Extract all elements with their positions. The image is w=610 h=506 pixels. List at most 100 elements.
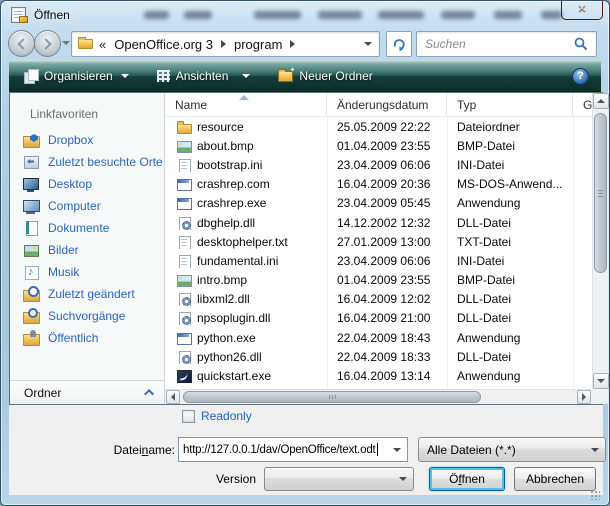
cancel-button[interactable]: Abbrechen <box>514 467 596 491</box>
breadcrumb-segment-openoffice[interactable]: OpenOffice.org 3 <box>114 37 213 52</box>
title-bar[interactable]: Öffnen ✕ <box>1 1 609 29</box>
music-icon <box>23 264 39 280</box>
sidebar-item-desktop[interactable]: Desktop <box>10 173 164 195</box>
file-name: libxml2.dll <box>197 292 250 306</box>
chevron-down-icon <box>364 42 372 46</box>
sidebar-item-bilder[interactable]: Bilder <box>10 239 164 261</box>
file-row-python26.dll[interactable]: python26.dll 22.04.2009 18:33 DLL-Datei <box>165 347 592 366</box>
file-row-npsoplugin.dll[interactable]: npsoplugin.dll 16.04.2009 21:00 DLL-Date… <box>165 309 592 328</box>
file-row-fundamental.ini[interactable]: fundamental.ini 23.04.2009 06:06 INI-Dat… <box>165 251 592 270</box>
scrollbar-corner <box>592 389 608 404</box>
vertical-scrollbar[interactable] <box>592 93 608 389</box>
readonly-checkbox[interactable] <box>182 410 195 423</box>
file-name: dbghelp.dll <box>197 216 255 230</box>
version-dropdown-button[interactable] <box>393 468 413 490</box>
file-row-resource[interactable]: resource 25.05.2009 22:22 Dateiordner <box>165 117 592 136</box>
horizontal-scrollbar[interactable] <box>165 389 592 404</box>
file-row-bootstrap.ini[interactable]: bootstrap.ini 23.04.2009 06:06 INI-Datei <box>165 155 592 174</box>
vertical-scroll-thumb[interactable] <box>594 113 607 273</box>
file-row-libxml2.dll[interactable]: libxml2.dll 16.04.2009 12:02 DLL-Datei <box>165 290 592 309</box>
chevron-up-icon <box>597 99 605 103</box>
filetype-dropdown-button[interactable] <box>585 438 605 461</box>
folder-icon <box>177 120 191 134</box>
file-row-quickstart.exe[interactable]: quickstart.exe 16.04.2009 13:14 Anwendun… <box>165 366 592 385</box>
sidebar-item--ffentlich[interactable]: Öffentlich <box>10 327 164 349</box>
breadcrumb-separator-icon[interactable] <box>290 40 295 48</box>
file-row-desktophelper.txt[interactable]: desktophelper.txt 27.01.2009 13:00 TXT-D… <box>165 232 592 251</box>
breadcrumb[interactable]: « OpenOffice.org 3 program <box>71 31 380 57</box>
sidebar-item-zuletzt-ge-ndert[interactable]: Zuletzt geändert <box>10 283 164 305</box>
filename-input[interactable]: http://127.0.0.1/dav/OpenOffice/text.odt <box>178 437 408 462</box>
sidebar-item-suchvorg-nge[interactable]: Suchvorgänge <box>10 305 164 327</box>
search-icon[interactable] <box>574 37 588 51</box>
chevron-left-icon <box>171 393 175 401</box>
scroll-left-button[interactable] <box>166 390 180 404</box>
help-button[interactable]: ? <box>572 68 589 85</box>
app-icon <box>177 196 191 210</box>
file-row-crashrep.com[interactable]: crashrep.com 16.04.2009 20:36 MS-DOS-Anw… <box>165 175 592 194</box>
file-type: DLL-Datei <box>447 350 573 364</box>
chevron-down-icon <box>591 448 599 452</box>
sidebar-footer-ordner[interactable]: Ordner <box>10 380 164 404</box>
image-icon <box>177 139 191 153</box>
refresh-button[interactable] <box>386 31 412 57</box>
column-header-date[interactable]: Änderungsdatum <box>327 93 447 116</box>
sidebar-item-dokumente[interactable]: Dokumente <box>10 217 164 239</box>
scroll-down-button[interactable] <box>593 373 609 389</box>
file-row-python.exe[interactable]: python.exe 22.04.2009 18:43 Anwendung <box>165 328 592 347</box>
close-button[interactable]: ✕ <box>561 1 603 20</box>
filetype-select[interactable]: Alle Dateien (*.*) <box>418 437 606 462</box>
file-row-about.bmp[interactable]: about.bmp 01.04.2009 23:55 BMP-Datei <box>165 136 592 155</box>
file-name: resource <box>197 120 244 134</box>
sidebar-item-dropbox[interactable]: Dropbox <box>10 129 164 151</box>
filename-value: http://127.0.0.1/dav/OpenOffice/text.odt <box>179 444 376 456</box>
file-rows: resource 25.05.2009 22:22 Dateiordner ab… <box>165 117 592 389</box>
filename-dropdown-button[interactable] <box>387 438 407 461</box>
text-icon <box>177 158 191 172</box>
views-button[interactable]: Ansichten <box>148 64 260 88</box>
history-chevron-icon[interactable] <box>62 41 70 45</box>
file-browser: Linkfavoriten Dropbox Zuletzt besuchte O… <box>9 92 603 405</box>
scroll-up-button[interactable] <box>593 93 609 109</box>
dll-icon <box>177 350 191 364</box>
file-row-crashrep.exe[interactable]: crashrep.exe 23.04.2009 05:45 Anwendung <box>165 194 592 213</box>
file-row-dbghelp.dll[interactable]: dbghelp.dll 14.12.2002 12:32 DLL-Datei <box>165 213 592 232</box>
file-name: fundamental.ini <box>197 254 278 268</box>
scroll-right-button[interactable] <box>577 390 591 404</box>
address-dropdown-button[interactable] <box>357 32 379 56</box>
chevron-up-icon[interactable] <box>144 389 154 399</box>
sidebar-item-musik[interactable]: Musik <box>10 261 164 283</box>
sidebar-item-zuletzt-besuchte-orte[interactable]: Zuletzt besuchte Orte <box>10 151 164 173</box>
version-select[interactable] <box>264 467 414 491</box>
file-type: BMP-Datei <box>447 273 573 287</box>
horizontal-scroll-thumb[interactable] <box>183 391 481 403</box>
forward-button[interactable] <box>34 30 61 57</box>
breadcrumb-segment-program[interactable]: program <box>234 37 282 52</box>
sidebar-item-computer[interactable]: Computer <box>10 195 164 217</box>
search-input[interactable] <box>417 37 574 51</box>
readonly-label[interactable]: Readonly <box>201 409 252 423</box>
dll-icon <box>177 311 191 325</box>
file-date: 23.04.2009 06:06 <box>327 158 447 172</box>
breadcrumb-separator-icon[interactable] <box>221 40 226 48</box>
column-header-size[interactable]: G <box>573 93 592 116</box>
search-box[interactable] <box>416 31 597 57</box>
dialog-footer: Readonly Dateiname: http://127.0.0.1/dav… <box>9 405 603 495</box>
resize-grip[interactable] <box>591 491 600 500</box>
column-header-name[interactable]: Name <box>165 93 327 116</box>
file-name: quickstart.exe <box>197 369 271 383</box>
organize-button[interactable]: Organisieren <box>15 64 138 88</box>
breadcrumb-overflow[interactable]: « <box>99 37 106 52</box>
new-folder-button[interactable]: Neuer Ordner <box>269 64 381 88</box>
file-date: 01.04.2009 23:55 <box>327 139 447 153</box>
open-button[interactable]: Öffnen <box>429 467 505 491</box>
file-list: Name Änderungsdatum Typ G resource 25.05… <box>165 93 608 404</box>
column-header-type[interactable]: Typ <box>447 93 573 116</box>
file-row-intro.bmp[interactable]: intro.bmp 01.04.2009 23:55 BMP-Datei <box>165 271 592 290</box>
back-icon <box>17 38 28 49</box>
file-type: Anwendung <box>447 196 573 210</box>
file-type: DLL-Datei <box>447 311 573 325</box>
text-caret <box>377 443 378 456</box>
sidebar-item-label: Dokumente <box>48 221 109 235</box>
back-button[interactable] <box>8 30 35 57</box>
